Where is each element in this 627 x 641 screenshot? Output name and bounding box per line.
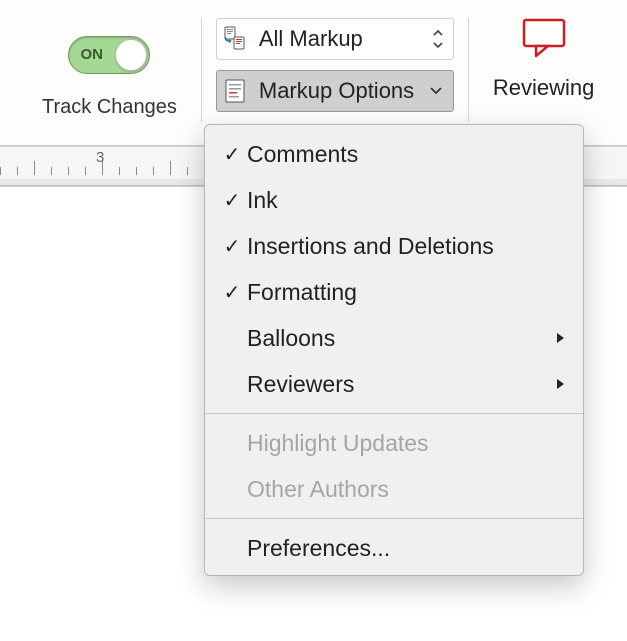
ruler-tick [34, 161, 35, 175]
menu-item-preferences[interactable]: Preferences... [205, 525, 583, 571]
submenu-arrow-icon [545, 332, 565, 344]
reviewing-pane-label: Reviewing [493, 75, 595, 101]
markup-options-icon [217, 73, 253, 109]
check-icon: ✓ [217, 188, 247, 213]
ruler-tick [85, 167, 86, 175]
ruler-tick [153, 167, 154, 175]
chevron-down-icon [425, 87, 453, 95]
reviewing-pane-group: Reviewing [483, 14, 613, 134]
menu-item[interactable]: ✓Formatting [205, 269, 583, 315]
menu-item-label: Reviewers [247, 371, 545, 398]
ruler-tick [119, 167, 120, 175]
menu-item-disabled: Other Authors [205, 466, 583, 512]
display-mode-value: All Markup [253, 26, 429, 52]
submenu-arrow-icon [545, 378, 565, 390]
menu-item[interactable]: Reviewers [205, 361, 583, 407]
markup-options-label: Markup Options [253, 78, 425, 104]
menu-item-disabled: Highlight Updates [205, 420, 583, 466]
menu-item[interactable]: Balloons [205, 315, 583, 361]
ruler-tick [68, 167, 69, 175]
display-mode-icon [217, 21, 253, 57]
menu-item-label: Formatting [247, 279, 545, 306]
ruler-tick [187, 167, 188, 175]
menu-separator [205, 518, 583, 519]
ruler-tick [17, 167, 18, 175]
menu-item[interactable]: ✓Comments [205, 131, 583, 177]
ruler-number: 3 [96, 149, 104, 166]
menu-item-label: Highlight Updates [247, 430, 545, 457]
check-icon: ✓ [217, 280, 247, 305]
menu-item-label: Other Authors [247, 476, 545, 503]
display-mode-stepper[interactable] [429, 30, 453, 48]
toggle-knob [115, 39, 147, 71]
markup-options-dropdown[interactable]: Markup Options [216, 70, 454, 112]
markup-group: All Markup Markup Options [216, 14, 454, 112]
markup-options-menu: ✓Comments✓Ink✓Insertions and Deletions✓F… [204, 124, 584, 576]
group-separator [468, 18, 469, 122]
track-changes-toggle[interactable]: ON [68, 36, 150, 74]
menu-item-label: Balloons [247, 325, 545, 352]
menu-item[interactable]: ✓Ink [205, 177, 583, 223]
menu-item-label: Ink [247, 187, 545, 214]
menu-item[interactable]: ✓Insertions and Deletions [205, 223, 583, 269]
ruler-tick [102, 161, 103, 175]
track-changes-label: Track Changes [42, 96, 177, 119]
track-changes-group: ON Track Changes [8, 14, 187, 134]
ruler-tick [170, 161, 171, 175]
menu-item-label: Comments [247, 141, 545, 168]
check-icon: ✓ [217, 142, 247, 167]
ruler-tick [136, 167, 137, 175]
display-mode-dropdown[interactable]: All Markup [216, 18, 454, 60]
menu-item-label: Insertions and Deletions [247, 233, 545, 260]
group-separator [201, 18, 202, 122]
menu-item-label: Preferences... [247, 535, 545, 562]
ruler-tick [0, 167, 1, 175]
reviewing-pane-icon[interactable] [516, 14, 572, 65]
check-icon: ✓ [217, 234, 247, 259]
menu-separator [205, 413, 583, 414]
ruler-tick [51, 167, 52, 175]
toggle-state-label: ON [80, 46, 103, 63]
